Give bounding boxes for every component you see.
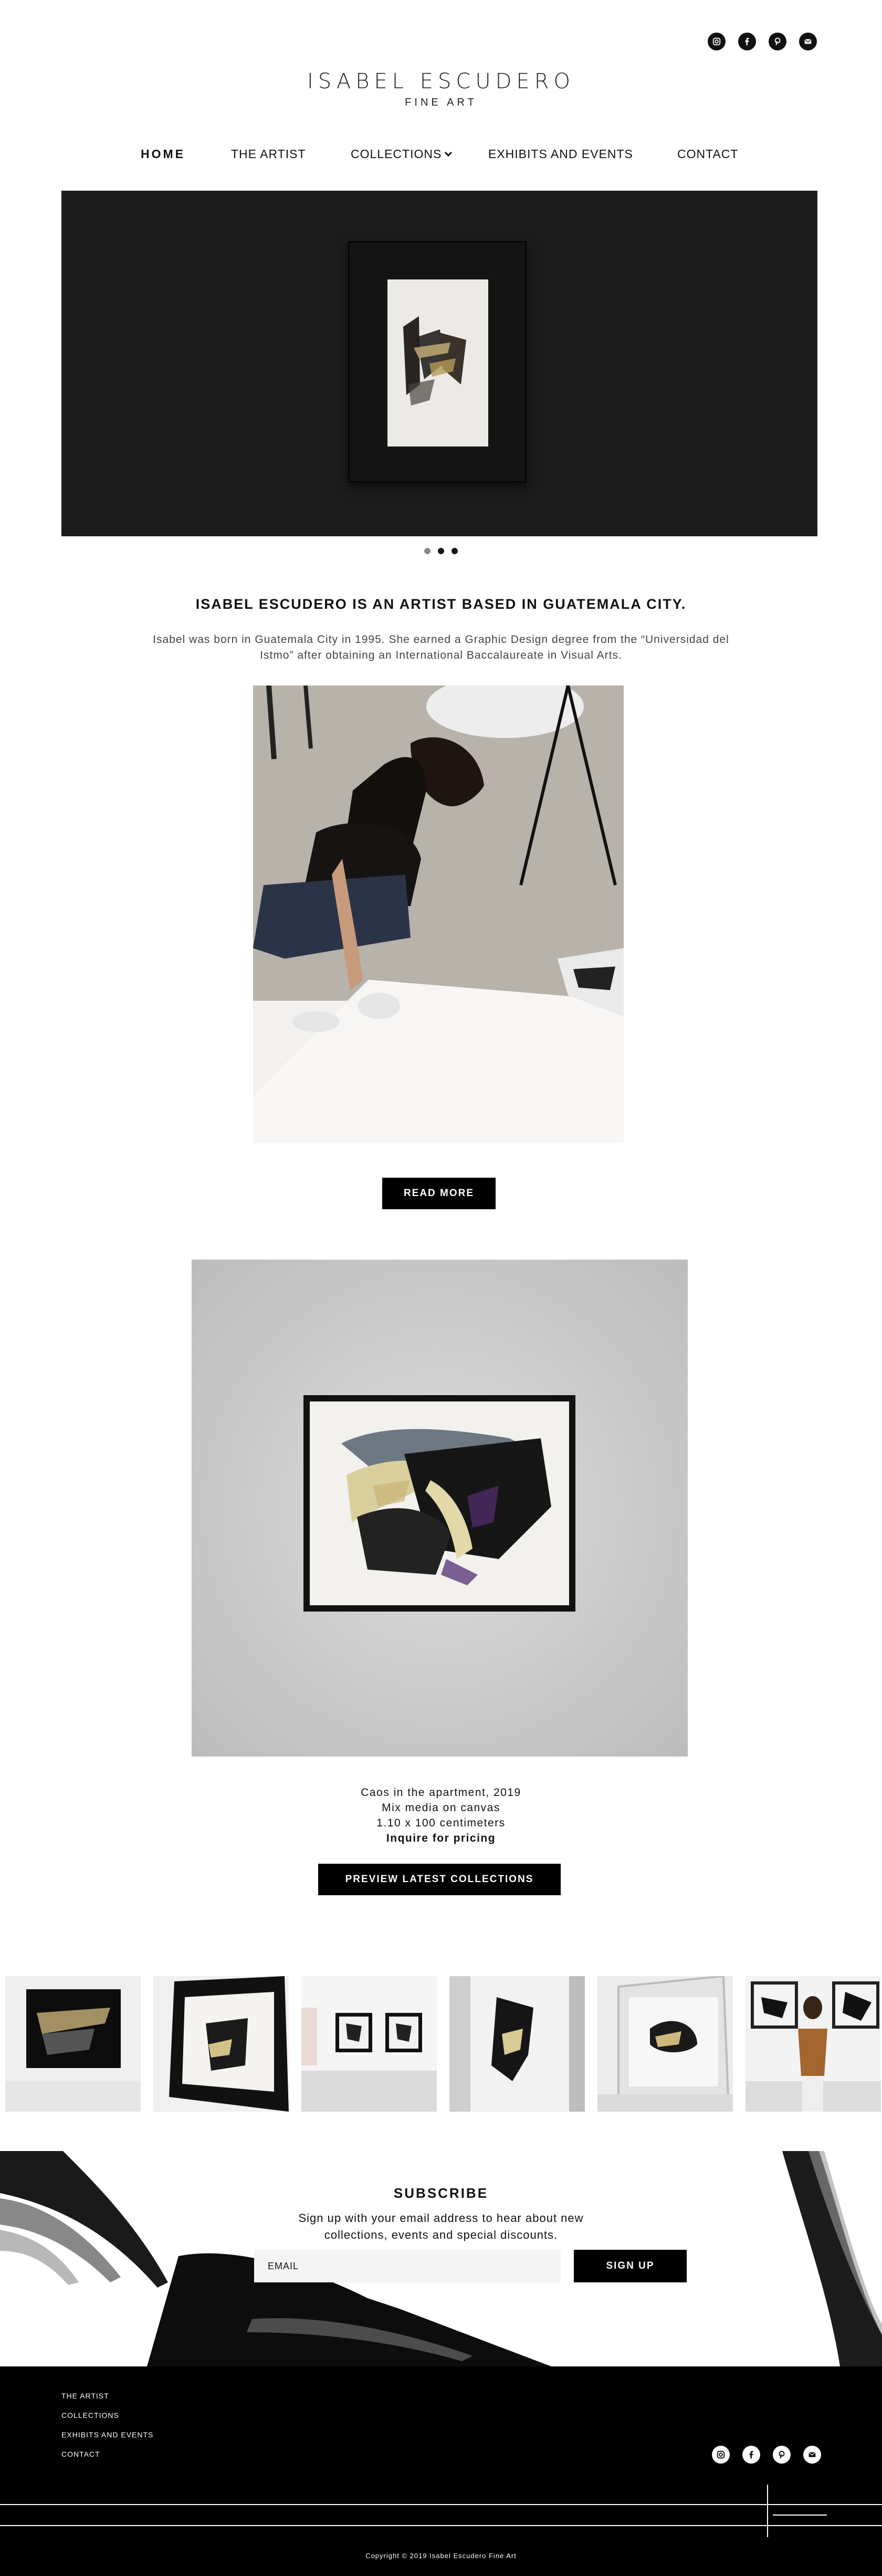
email-icon[interactable] bbox=[799, 33, 817, 50]
gallery-thumbnail[interactable] bbox=[301, 1976, 437, 2112]
chevron-down-icon bbox=[445, 149, 453, 157]
artist-photo bbox=[253, 685, 624, 1143]
artwork-mat bbox=[387, 279, 488, 446]
gallery-thumbnail[interactable] bbox=[153, 1976, 289, 2112]
carousel-dot[interactable] bbox=[424, 548, 430, 554]
nav-collections-label: COLLECTIONS bbox=[351, 147, 442, 161]
carousel-dot[interactable] bbox=[438, 548, 444, 554]
nav-contact[interactable]: CONTACT bbox=[677, 147, 738, 161]
gallery-thumbnail[interactable] bbox=[597, 1976, 733, 2112]
artwork-title: Caos in the apartment, 2019 bbox=[361, 1786, 521, 1799]
brand-subtitle: FINE ART bbox=[405, 97, 477, 108]
facebook-icon[interactable] bbox=[738, 33, 756, 50]
artwork-size: 1.10 x 100 centimeters bbox=[376, 1817, 506, 1829]
carousel-dot[interactable] bbox=[452, 548, 458, 554]
abstract-artwork-image bbox=[403, 316, 466, 406]
framed-artwork bbox=[348, 241, 527, 483]
hero-slideshow[interactable] bbox=[61, 191, 817, 536]
footer-link-the-artist[interactable]: THE ARTIST bbox=[61, 2392, 153, 2400]
nav-home[interactable]: HOME bbox=[141, 147, 185, 161]
preview-latest-collections-button[interactable]: PREVIEW LATEST COLLECTIONS bbox=[318, 1864, 561, 1895]
artwork-frame bbox=[303, 1395, 575, 1612]
copyright-text: Copyright © 2019 Isabel Escudero Fine Ar… bbox=[365, 2552, 517, 2560]
subscribe-title: SUBSCRIBE bbox=[393, 2185, 489, 2201]
carousel-dots bbox=[0, 548, 882, 554]
nav-the-artist[interactable]: THE ARTIST bbox=[231, 147, 306, 161]
nav-collections[interactable]: COLLECTIONS bbox=[351, 147, 453, 161]
instagram-icon[interactable] bbox=[708, 33, 726, 50]
footer-social-links bbox=[712, 2446, 821, 2464]
artwork-caption: Caos in the apartment, 2019 Mix media on… bbox=[0, 1785, 882, 1846]
brand-name: ISABEL ESCUDERO bbox=[307, 69, 575, 94]
artwork-mat bbox=[310, 1401, 569, 1605]
artist-painting-photo bbox=[253, 685, 624, 1143]
read-more-button[interactable]: READ MORE bbox=[382, 1178, 496, 1209]
footer-link-collections[interactable]: COLLECTIONS bbox=[61, 2411, 153, 2419]
footer-links: THE ARTIST COLLECTIONS EXHIBITS AND EVEN… bbox=[61, 2392, 153, 2469]
footer-link-contact[interactable]: CONTACT bbox=[61, 2450, 153, 2458]
subscribe-description: Sign up with your email address to hear … bbox=[298, 2211, 584, 2241]
featured-artwork[interactable] bbox=[192, 1260, 688, 1757]
facebook-icon[interactable] bbox=[742, 2446, 760, 2464]
gallery-thumbnail[interactable] bbox=[746, 1976, 881, 2112]
pinterest-icon[interactable] bbox=[769, 33, 786, 50]
email-field[interactable] bbox=[254, 2250, 561, 2282]
gallery-thumbnail[interactable] bbox=[449, 1976, 585, 2112]
footer-link-exhibits-and-events[interactable]: EXHIBITS AND EVENTS bbox=[61, 2430, 153, 2439]
nav-exhibits-and-events[interactable]: EXHIBITS AND EVENTS bbox=[488, 147, 633, 161]
pinterest-icon[interactable] bbox=[773, 2446, 791, 2464]
about-headline: ISABEL ESCUDERO IS AN ARTIST BASED IN GU… bbox=[195, 596, 687, 612]
artwork-pricing: Inquire for pricing bbox=[386, 1832, 496, 1844]
sign-up-button[interactable]: SIGN UP bbox=[574, 2250, 687, 2282]
site-logo[interactable]: ISABEL ESCUDERO FINE ART bbox=[0, 69, 882, 109]
caos-in-the-apartment-image bbox=[341, 1429, 551, 1585]
email-icon[interactable] bbox=[803, 2446, 821, 2464]
instagram-icon[interactable] bbox=[712, 2446, 730, 2464]
artwork-medium: Mix media on canvas bbox=[382, 1802, 500, 1814]
gallery-thumbnail[interactable] bbox=[5, 1976, 141, 2112]
header-social-links bbox=[708, 33, 817, 50]
footer-divider-lines bbox=[0, 2485, 882, 2537]
gallery-strip bbox=[5, 1976, 882, 2112]
about-bio: Isabel was born in Guatemala City in 199… bbox=[153, 633, 729, 661]
